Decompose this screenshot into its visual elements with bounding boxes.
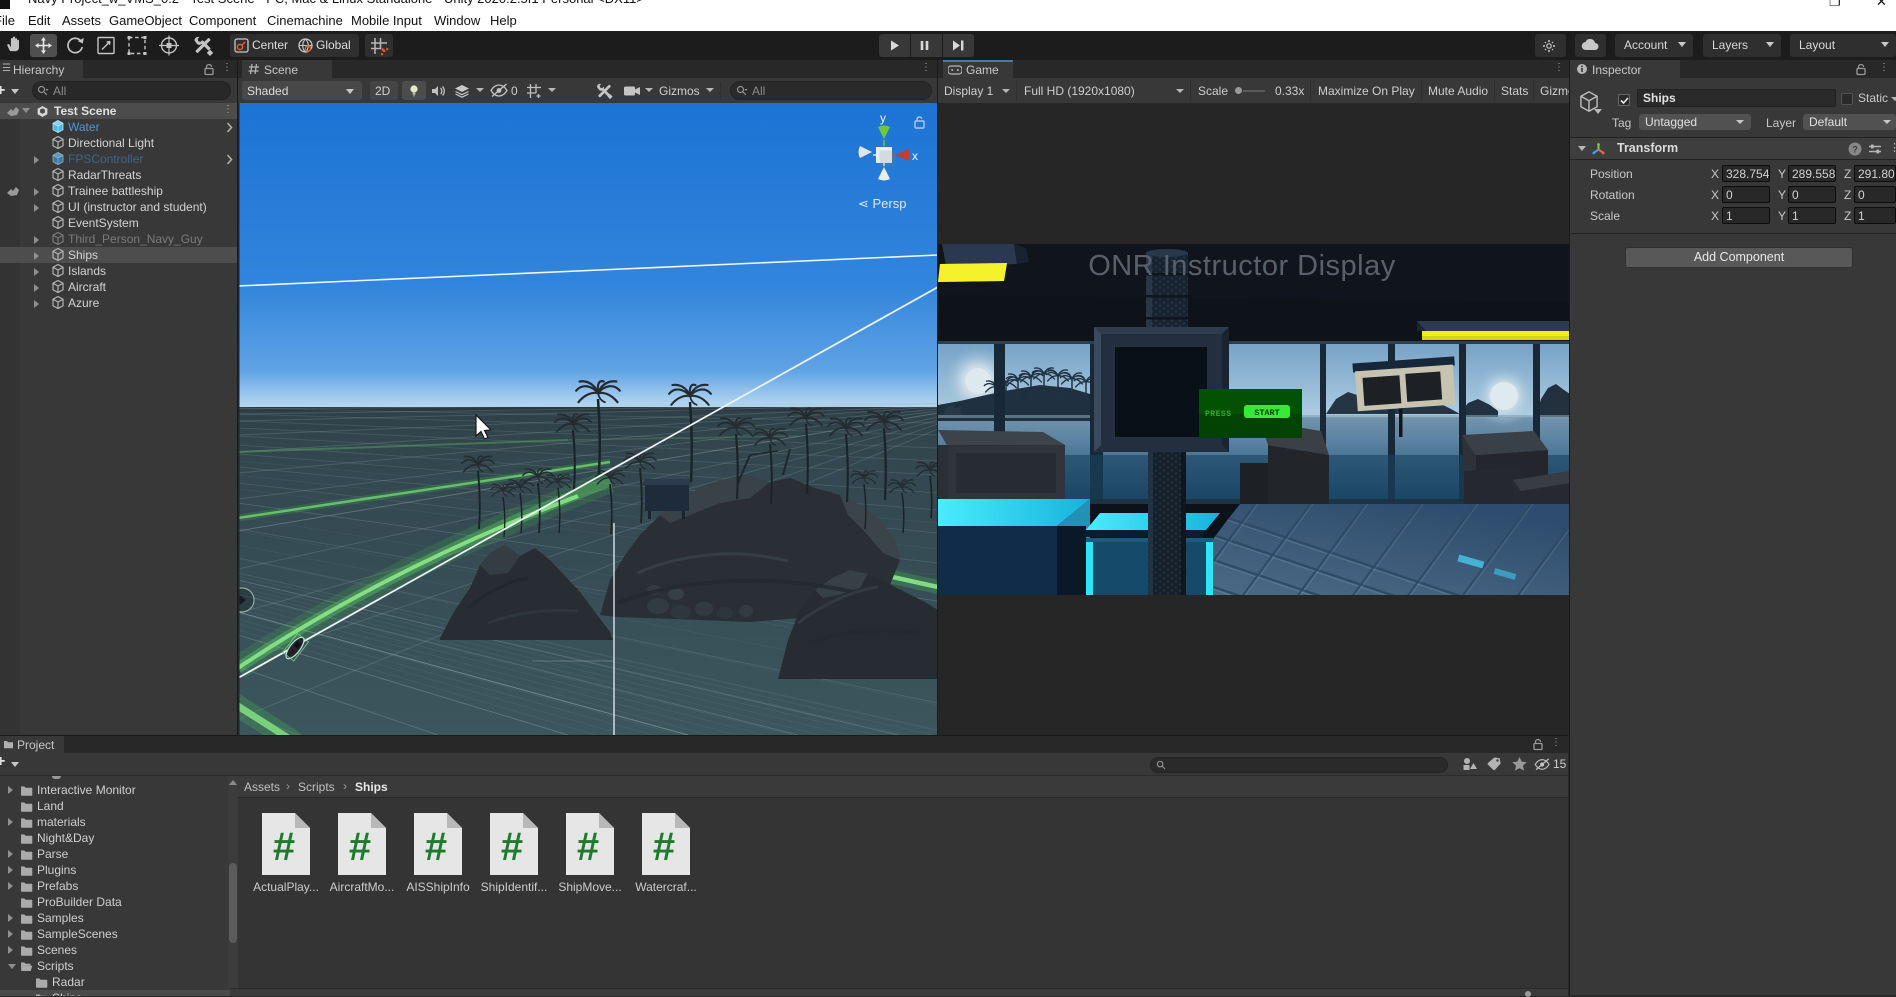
svg-text:⋖ Persp: ⋖ Persp [858,196,906,211]
svg-text:?: ? [1852,144,1858,155]
svg-text:#: # [653,825,675,869]
svg-text:ONR Instructor Display: ONR Instructor Display [1088,250,1396,282]
svg-text:y: y [880,111,886,125]
svg-text:#: # [273,825,295,869]
svg-text:x: x [912,149,918,163]
svg-text:#: # [501,825,523,869]
svg-text:#: # [425,825,447,869]
svg-text:START: START [1254,408,1280,418]
svg-text:PRESS: PRESS [1205,410,1232,419]
svg-text:#: # [577,825,599,869]
svg-text:#: # [349,825,371,869]
